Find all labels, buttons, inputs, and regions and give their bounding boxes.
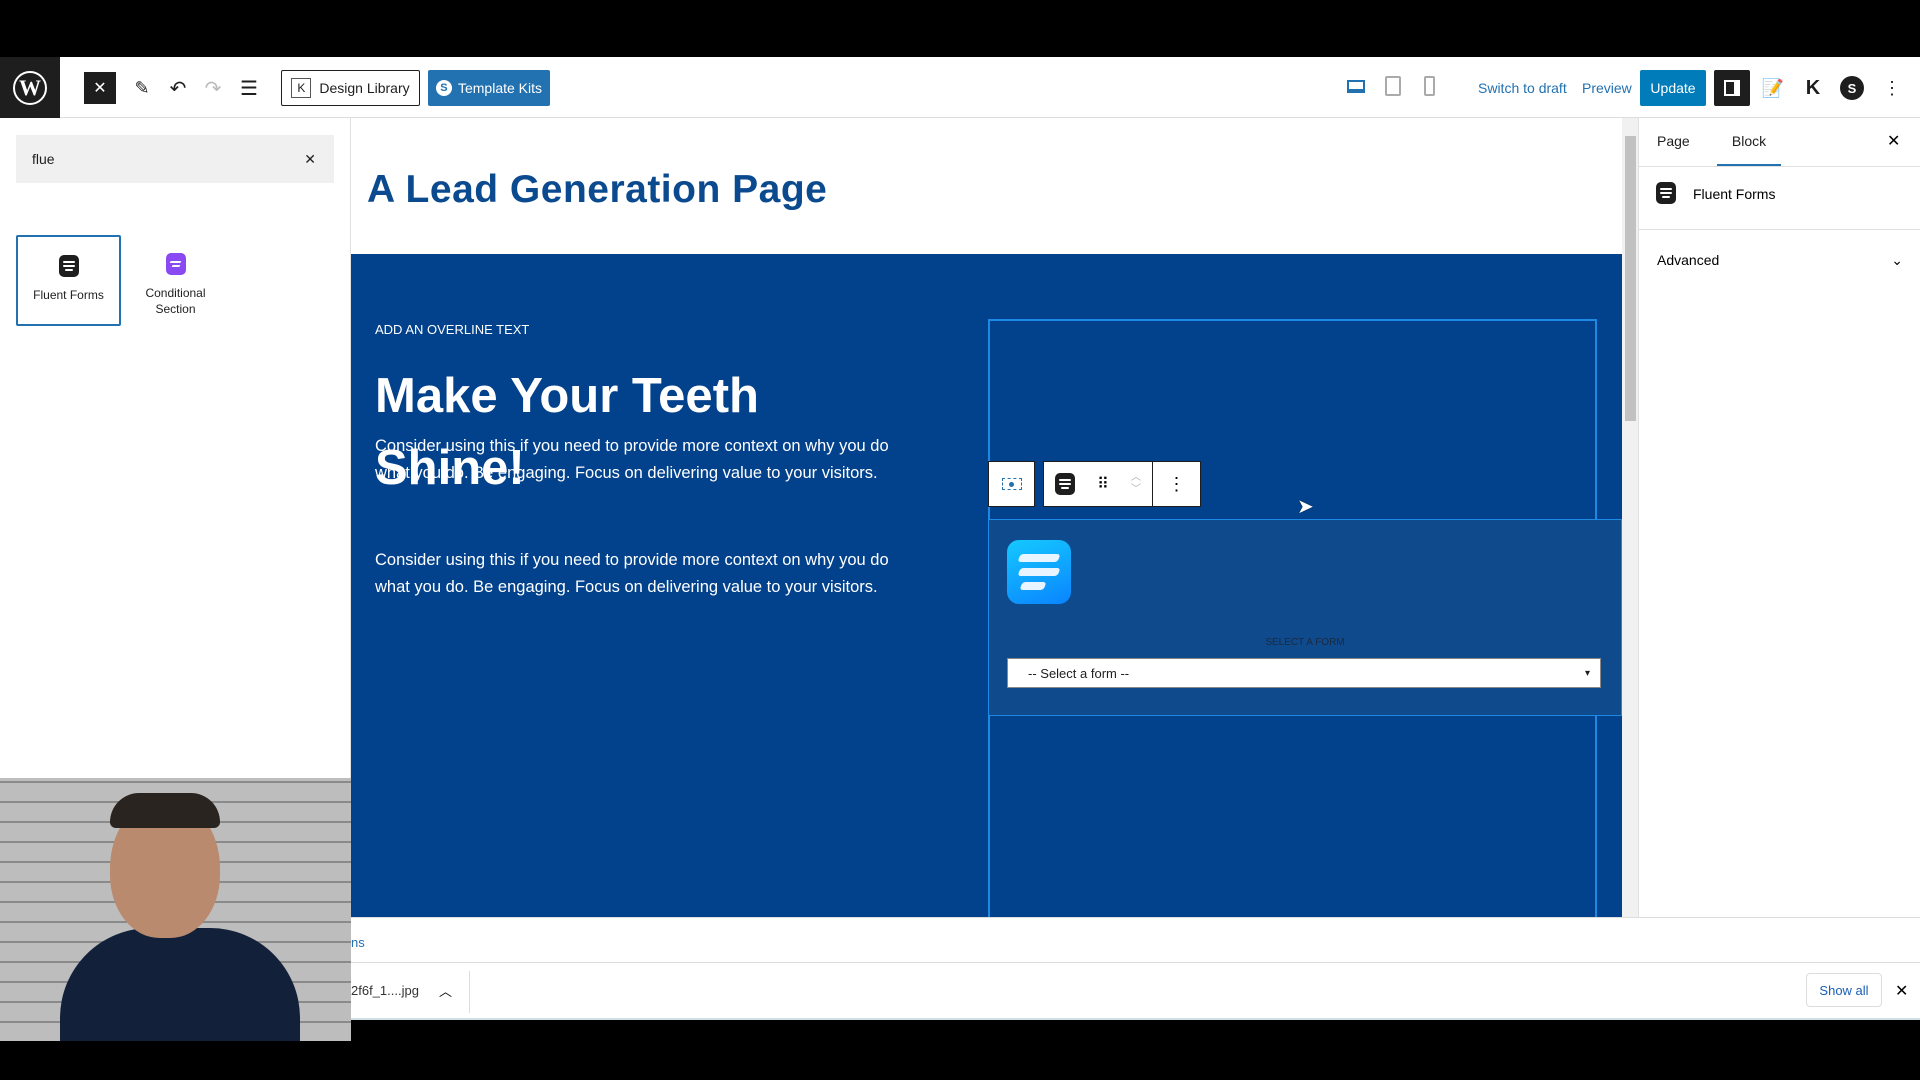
template-kits-button[interactable]: S Template Kits xyxy=(428,70,550,106)
switch-to-draft-link[interactable]: Switch to draft xyxy=(1478,70,1567,106)
block-toolbar: ⠿ ︿ ﹀ xyxy=(1043,461,1153,507)
settings-sidebar-toggle[interactable] xyxy=(1714,70,1750,106)
hero-paragraph-1[interactable]: Consider using this if you need to provi… xyxy=(375,433,895,487)
select-parent-button[interactable] xyxy=(988,461,1035,507)
move-up-down-icon[interactable]: ︿ ﹀ xyxy=(1131,472,1141,496)
drag-handle-icon[interactable]: ⠿ xyxy=(1097,474,1109,494)
fluent-forms-icon[interactable] xyxy=(1055,473,1076,495)
settings-sidebar: Page Block ✕ Fluent Forms Advanced ⌄ xyxy=(1638,118,1920,917)
conditional-section-icon xyxy=(165,253,186,275)
undo-icon[interactable]: ↶ xyxy=(166,70,190,106)
template-kits-icon: S xyxy=(435,80,452,96)
mouse-cursor-icon: ➤ xyxy=(1297,496,1314,518)
fluent-forms-icon xyxy=(1656,182,1676,204)
wordpress-logo-button[interactable]: W xyxy=(0,57,60,118)
chevron-down-icon: ▾ xyxy=(1584,667,1590,679)
hero-section[interactable]: ADD AN OVERLINE TEXT Make Your Teeth Shi… xyxy=(351,254,1622,917)
webcam-overlay xyxy=(0,778,351,1041)
update-button[interactable]: Update xyxy=(1640,70,1706,106)
page-title[interactable]: A Lead Generation Page xyxy=(367,168,827,212)
show-all-button[interactable]: Show all xyxy=(1806,973,1882,1007)
fluent-forms-block[interactable]: SELECT A FORM -- Select a form -- ▾ xyxy=(988,519,1622,716)
list-view-icon[interactable]: ☰ xyxy=(237,70,261,106)
fluent-forms-logo xyxy=(1007,540,1071,604)
select-form-label: SELECT A FORM xyxy=(1265,637,1345,648)
chevron-down-icon: ⌄ xyxy=(1891,251,1903,268)
hero-paragraph-2[interactable]: Consider using this if you need to provi… xyxy=(375,547,895,601)
preview-link[interactable]: Preview xyxy=(1582,70,1632,106)
editor-toolbar: W ✕ ✎ ↶ ↷ ☰ K Design Library S Template Ki… xyxy=(0,57,1920,118)
overline-text[interactable]: ADD AN OVERLINE TEXT xyxy=(375,322,529,337)
chevron-up-icon[interactable]: ︿ xyxy=(439,981,452,1000)
spectra-icon[interactable]: S xyxy=(1840,76,1864,100)
redo-icon[interactable]: ↷ xyxy=(201,70,225,106)
select-form-dropdown[interactable]: -- Select a form -- ▾ xyxy=(1007,658,1601,688)
download-item[interactable]: 2f6f_1....jpg xyxy=(351,983,419,998)
scrollbar-thumb[interactable] xyxy=(1625,136,1636,421)
kadence-icon[interactable]: K xyxy=(1800,70,1826,106)
close-sidebar-icon[interactable]: ✕ xyxy=(1887,131,1900,151)
clear-search-icon[interactable]: ✕ xyxy=(304,151,316,168)
mobile-icon[interactable] xyxy=(1418,75,1440,97)
canvas-scrollbar[interactable] xyxy=(1622,118,1638,917)
block-name: Fluent Forms xyxy=(1693,186,1776,202)
close-inserter-button[interactable]: ✕ xyxy=(84,72,116,104)
block-options-button[interactable]: ⋮ xyxy=(1152,461,1201,507)
close-download-bar-icon[interactable]: ✕ xyxy=(1895,981,1908,1001)
advanced-panel-toggle[interactable]: Advanced ⌄ xyxy=(1639,230,1920,290)
tab-block[interactable]: Block xyxy=(1717,133,1781,166)
wordpress-icon: W xyxy=(13,70,47,105)
design-library-icon: K xyxy=(291,78,312,98)
footer-link[interactable]: ns xyxy=(351,935,365,950)
tablet-icon[interactable] xyxy=(1382,75,1404,97)
block-result-conditional-section[interactable]: Conditional Section xyxy=(123,235,228,326)
download-bar: 2f6f_1....jpg ︿ Show all ✕ xyxy=(351,962,1920,1020)
block-result-fluent-forms[interactable]: Fluent Forms xyxy=(16,235,121,326)
more-options-icon[interactable]: ⋮ xyxy=(1882,70,1902,106)
fluent-forms-icon xyxy=(58,255,79,277)
block-search-input[interactable]: flue ✕ xyxy=(16,135,334,183)
tab-page[interactable]: Page xyxy=(1657,133,1690,166)
design-library-button[interactable]: K Design Library xyxy=(281,70,420,106)
pencil-icon[interactable]: ✎ xyxy=(130,70,154,106)
edit-note-icon[interactable]: 📝 xyxy=(1760,70,1786,106)
editor-footer: ns xyxy=(351,917,1920,962)
editor-canvas: A Lead Generation Page ADD AN OVERLINE T… xyxy=(351,118,1622,917)
desktop-icon[interactable] xyxy=(1345,75,1367,97)
